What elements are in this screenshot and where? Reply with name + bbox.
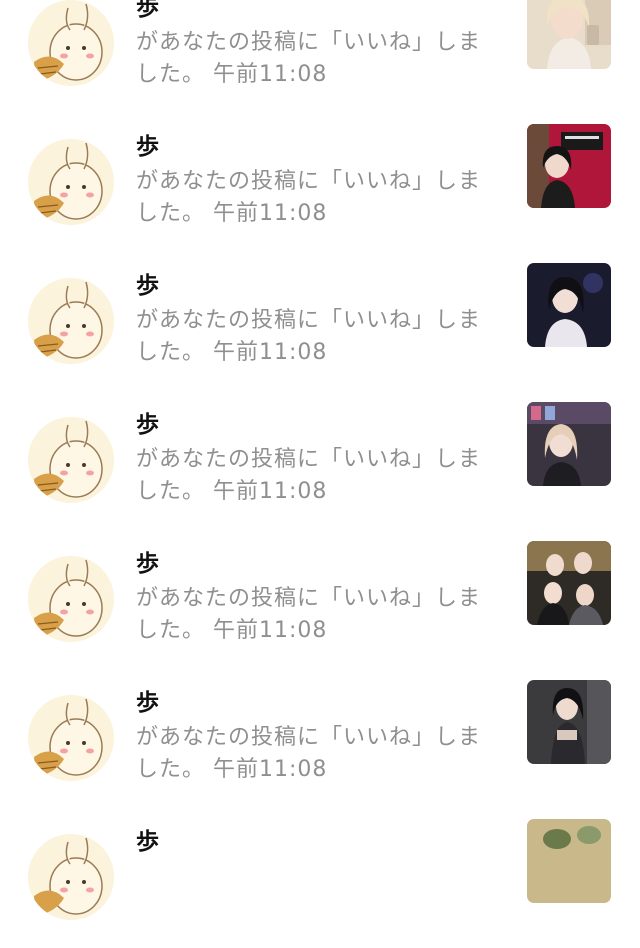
post-photo-icon (527, 819, 611, 903)
list-item[interactable]: 歩 があなたの投稿に「いいね」しました。 午前11:08 (0, 0, 640, 114)
user-name[interactable]: 歩 (136, 132, 159, 162)
post-thumbnail[interactable] (527, 0, 611, 69)
post-thumbnail[interactable] (527, 541, 611, 625)
user-name[interactable]: 歩 (136, 410, 159, 440)
list-item[interactable]: 歩 があなたの投稿に「いいね」しました。 午前11:08 (0, 531, 640, 670)
avatar[interactable] (28, 417, 114, 503)
notification-message: があなたの投稿に「いいね」しました。 午前11:08 (136, 305, 496, 369)
notification-message: があなたの投稿に「いいね」しました。 午前11:08 (136, 166, 496, 230)
bunny-avatar-icon (28, 278, 114, 364)
bunny-avatar-icon (28, 417, 114, 503)
post-photo-icon (527, 680, 611, 764)
post-thumbnail[interactable] (527, 263, 611, 347)
list-item[interactable]: 歩 があなたの投稿に「いいね」しました。 午前11:08 (0, 114, 640, 253)
list-item[interactable]: 歩 があなたの投稿に「いいね」しました。 午前11:08 (0, 670, 640, 809)
post-thumbnail[interactable] (527, 819, 611, 903)
list-item[interactable]: 歩 があなたの投稿に「いいね」しました。 午前11:08 (0, 253, 640, 392)
user-name[interactable]: 歩 (136, 688, 159, 718)
bunny-avatar-icon (28, 695, 114, 781)
notification-message: があなたの投稿に「いいね」しました。 午前11:08 (136, 583, 496, 647)
post-photo-icon (527, 541, 611, 625)
bunny-avatar-icon (28, 556, 114, 642)
notification-message: があなたの投稿に「いいね」しました。 午前11:08 (136, 722, 496, 786)
user-name[interactable]: 歩 (136, 271, 159, 301)
post-photo-icon (527, 124, 611, 208)
bunny-avatar-icon (28, 834, 114, 920)
avatar[interactable] (28, 278, 114, 364)
timestamp: 午前11:08 (213, 757, 328, 782)
list-item[interactable]: 歩 があなたの投稿に「いいね」しました。 午前11:08 (0, 392, 640, 531)
post-photo-icon (527, 402, 611, 486)
avatar[interactable] (28, 556, 114, 642)
post-photo-icon (527, 0, 611, 69)
timestamp: 午前11:08 (213, 340, 328, 365)
timestamp: 午前11:08 (213, 201, 328, 226)
post-thumbnail[interactable] (527, 680, 611, 764)
avatar[interactable] (28, 695, 114, 781)
timestamp: 午前11:08 (213, 618, 328, 643)
timestamp: 午前11:08 (213, 479, 328, 504)
timestamp: 午前11:08 (213, 62, 328, 87)
notification-message: があなたの投稿に「いいね」しました。 午前11:08 (136, 27, 496, 91)
bunny-avatar-icon (28, 0, 114, 86)
user-name[interactable]: 歩 (136, 549, 159, 579)
avatar[interactable] (28, 139, 114, 225)
post-thumbnail[interactable] (527, 402, 611, 486)
avatar[interactable] (28, 834, 114, 920)
avatar[interactable] (28, 0, 114, 86)
list-item[interactable]: 歩 (0, 809, 640, 948)
notification-list: 歩 があなたの投稿に「いいね」しました。 午前11:08 歩 があなたの投稿に「… (0, 0, 640, 948)
notification-message: があなたの投稿に「いいね」しました。 午前11:08 (136, 444, 496, 508)
post-thumbnail[interactable] (527, 124, 611, 208)
bunny-avatar-icon (28, 139, 114, 225)
post-photo-icon (527, 263, 611, 347)
user-name[interactable]: 歩 (136, 0, 159, 23)
